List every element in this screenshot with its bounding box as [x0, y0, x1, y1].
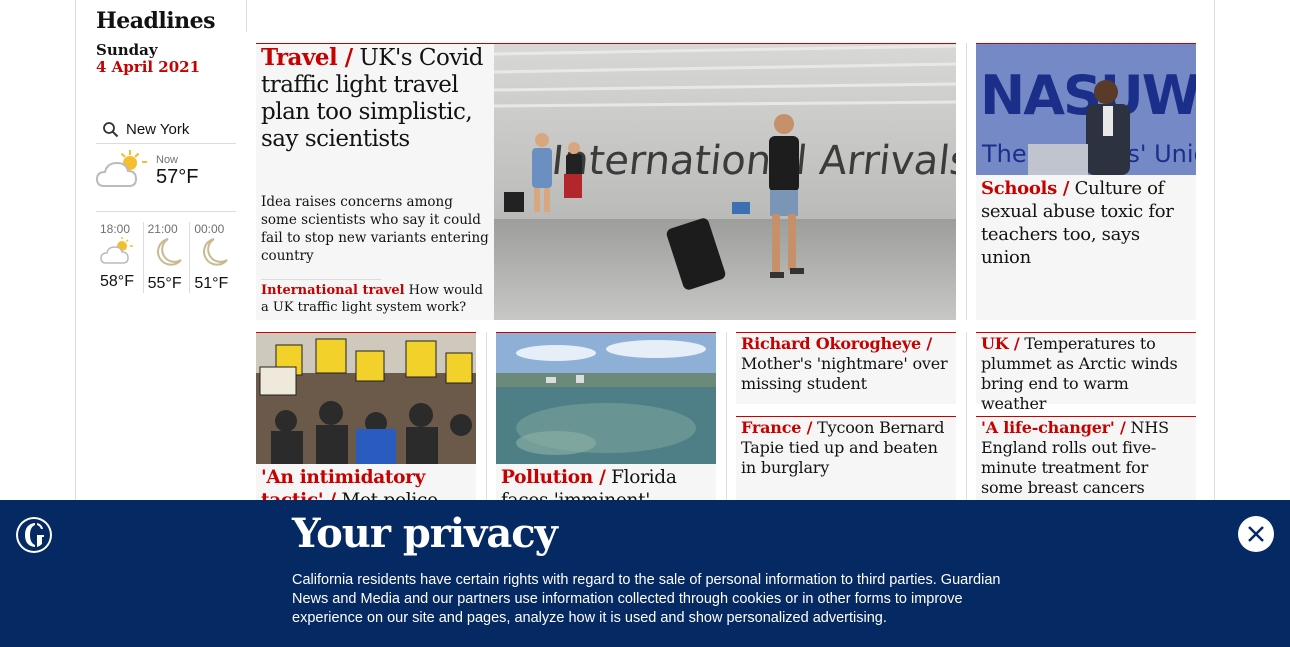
sublink[interactable]: International travel How would a UK traf…	[261, 282, 489, 316]
text-story-headline[interactable]: 'A life-changer' / NHS England rolls out…	[976, 417, 1196, 498]
schools-story-kicker: Schools /	[981, 178, 1070, 199]
moon-icon	[203, 238, 229, 266]
close-privacy-button[interactable]	[1238, 516, 1274, 552]
close-icon	[1248, 526, 1264, 542]
text-story-card[interactable]: 'A life-changer' / NHS England rolls out…	[976, 416, 1196, 500]
forecast-temp: 51°F	[194, 275, 229, 292]
main-story-image[interactable]: International Arrivals	[494, 44, 956, 320]
sublink-kicker: International travel	[261, 283, 405, 298]
main-story-headline[interactable]: Travel / UK's Covid traffic light travel…	[261, 44, 489, 153]
moon-icon	[156, 238, 182, 266]
airport-photo: International Arrivals	[494, 44, 956, 320]
guardian-logo-icon	[16, 517, 52, 553]
protest-story-card[interactable]: 'An intimidatory tactic' / Met police	[256, 332, 476, 511]
now-temp: 57°F	[156, 166, 199, 188]
main-story-standfirst: Idea raises concerns among some scientis…	[261, 194, 489, 264]
column-divider	[486, 332, 487, 500]
weather-city: New York	[126, 121, 190, 138]
now-text: Now 57°F	[156, 154, 198, 189]
pollution-story-kicker: Pollution /	[501, 467, 606, 488]
conference-photo: NASUWT The Teachers' Union	[976, 44, 1196, 175]
text-story-kicker: UK /	[981, 334, 1020, 353]
forecast-time: 00:00	[194, 222, 225, 236]
header-divider	[246, 0, 247, 32]
protest-story-image[interactable]	[256, 333, 476, 464]
partly-cloudy-icon	[96, 150, 147, 187]
forecast-temp: 55°F	[147, 275, 182, 292]
main-story-text: Travel / UK's Covid traffic light travel…	[261, 44, 489, 316]
text-story-kicker: France /	[741, 418, 813, 437]
weather-location-search[interactable]: New York	[96, 116, 236, 144]
forecast-item: 00:00 51°F	[189, 222, 236, 293]
text-story-headline[interactable]: France / Tycoon Bernard Tapie tied up an…	[736, 417, 956, 478]
text-story-card[interactable]: UK / Temperatures to plummet as Arctic w…	[976, 332, 1196, 413]
partly-cloudy-icon	[100, 237, 133, 264]
schools-story-image[interactable]: NASUWT The Teachers' Union	[976, 44, 1196, 175]
pollution-story-card[interactable]: Pollution / Florida faces 'imminent'	[496, 332, 716, 511]
column-divider	[966, 43, 967, 320]
forecast-item: 18:00 58°F	[96, 222, 143, 293]
privacy-body: California residents have certain rights…	[292, 572, 1001, 626]
text-story-headline-text: Mother's 'nightmare' over missing studen…	[741, 354, 948, 393]
forecast-time: 18:00	[100, 222, 131, 236]
forecast-time: 21:00	[147, 222, 178, 236]
page-title: Headlines	[96, 8, 216, 34]
privacy-banner: Your privacy California residents have c…	[0, 500, 1290, 647]
date-full: 4 April 2021	[96, 58, 201, 76]
text-story-card[interactable]: France / Tycoon Bernard Tapie tied up an…	[736, 416, 956, 500]
forecast-item: 21:00 55°F	[142, 222, 190, 293]
main-story-card[interactable]: Travel / UK's Covid traffic light travel…	[256, 43, 956, 320]
schools-story-headline[interactable]: Schools / Culture of sexual abuse toxic …	[976, 175, 1196, 271]
privacy-title: Your privacy	[292, 510, 558, 557]
left-column: Headlines Sunday 4 April 2021 New York N…	[96, 0, 246, 293]
weather-now: Now 57°F	[96, 148, 236, 212]
text-story-kicker: Richard Okorogheye /	[741, 334, 932, 353]
weather-forecast: 18:00 58°F 21:00 55°F 00:00 51°F	[96, 222, 236, 293]
now-label: Now	[156, 154, 179, 166]
column-divider	[966, 332, 967, 500]
text-story-headline[interactable]: Richard Okorogheye / Mother's 'nightmare…	[736, 333, 956, 394]
search-icon	[103, 121, 119, 137]
protest-photo	[256, 333, 476, 464]
main-story-kicker: Travel /	[261, 44, 353, 71]
airport-sign: International Arrivals	[549, 138, 956, 184]
column-divider	[726, 332, 727, 500]
text-story-card[interactable]: Richard Okorogheye / Mother's 'nightmare…	[736, 332, 956, 404]
schools-story-card[interactable]: NASUWT The Teachers' Union Schools / Cul…	[976, 43, 1196, 320]
pollution-story-image[interactable]	[496, 333, 716, 464]
date-day: Sunday	[96, 41, 158, 59]
text-story-kicker: 'A life-changer' /	[981, 418, 1126, 437]
text-story-headline[interactable]: UK / Temperatures to plummet as Arctic w…	[976, 333, 1196, 414]
forecast-temp: 58°F	[100, 273, 134, 290]
coastline-photo	[496, 333, 716, 464]
